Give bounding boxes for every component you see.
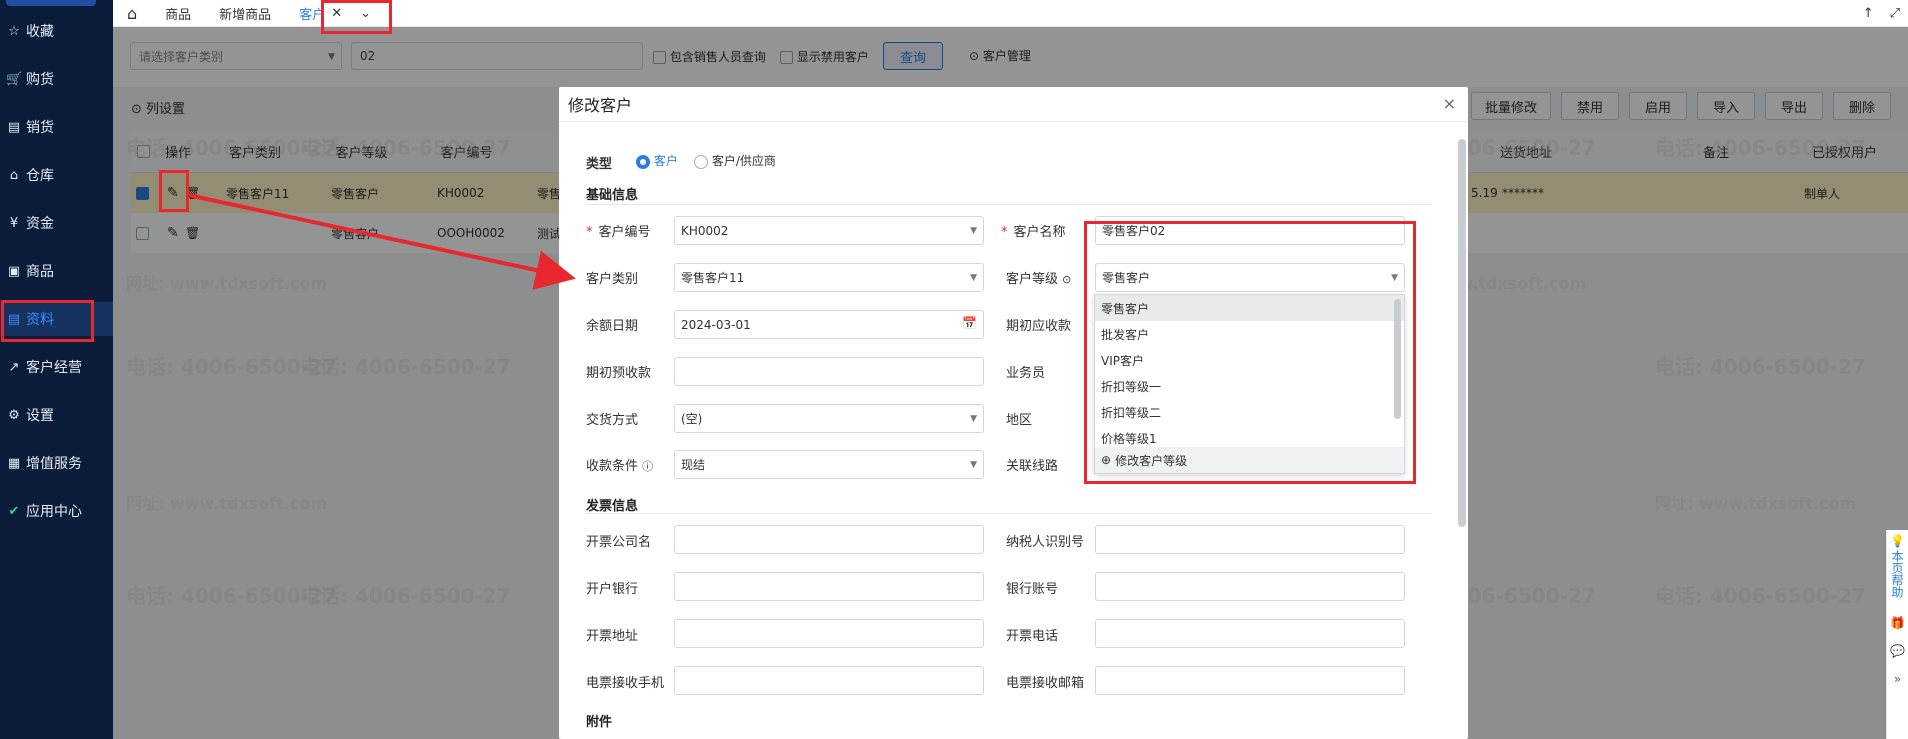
annotation-arrow (187, 193, 576, 290)
